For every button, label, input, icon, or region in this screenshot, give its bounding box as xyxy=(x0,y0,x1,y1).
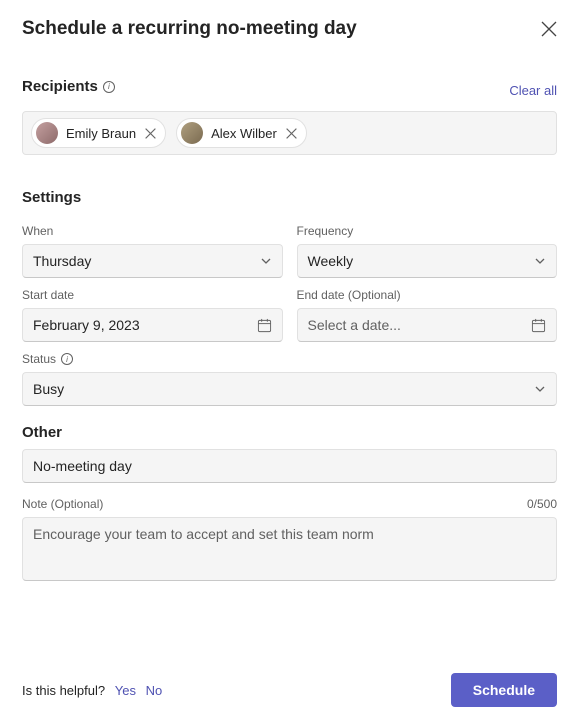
helpful-yes-link[interactable]: Yes xyxy=(115,683,136,698)
note-label: Note (Optional) xyxy=(22,497,103,511)
status-select[interactable]: Busy xyxy=(22,372,557,406)
note-counter: 0/500 xyxy=(527,497,557,511)
info-icon[interactable]: i xyxy=(61,353,73,365)
end-date-label: End date (Optional) xyxy=(297,288,558,302)
close-icon[interactable] xyxy=(541,21,557,37)
start-date-label: Start date xyxy=(22,288,283,302)
status-label: Status i xyxy=(22,352,557,366)
frequency-select[interactable]: Weekly xyxy=(297,244,558,278)
chevron-down-icon xyxy=(260,255,272,267)
recipient-chip[interactable]: Emily Braun xyxy=(31,118,166,148)
helpful-no-link[interactable]: No xyxy=(146,683,163,698)
recipients-label-text: Recipients xyxy=(22,78,98,95)
dialog-title: Schedule a recurring no-meeting day xyxy=(22,18,357,40)
chevron-down-icon xyxy=(534,383,546,395)
helpful-text: Is this helpful? xyxy=(22,683,105,698)
info-icon[interactable]: i xyxy=(103,81,115,93)
avatar xyxy=(181,122,203,144)
recipients-label: Recipients i xyxy=(22,78,115,95)
avatar xyxy=(36,122,58,144)
recipient-chip[interactable]: Alex Wilber xyxy=(176,118,307,148)
settings-label: Settings xyxy=(22,189,557,206)
when-value: Thursday xyxy=(33,253,91,269)
chevron-down-icon xyxy=(534,255,546,267)
calendar-icon xyxy=(531,318,546,333)
frequency-label: Frequency xyxy=(297,224,558,238)
end-date-picker[interactable]: Select a date... xyxy=(297,308,558,342)
recipient-name: Emily Braun xyxy=(66,126,136,141)
schedule-button[interactable]: Schedule xyxy=(451,673,557,707)
helpful-prompt: Is this helpful? Yes No xyxy=(22,683,162,698)
calendar-icon xyxy=(257,318,272,333)
title-input[interactable] xyxy=(22,449,557,483)
recipients-input[interactable]: Emily Braun Alex Wilber xyxy=(22,111,557,155)
when-select[interactable]: Thursday xyxy=(22,244,283,278)
clear-all-link[interactable]: Clear all xyxy=(509,83,557,98)
when-label: When xyxy=(22,224,283,238)
close-icon[interactable] xyxy=(144,127,157,140)
start-date-value: February 9, 2023 xyxy=(33,317,140,333)
frequency-value: Weekly xyxy=(308,253,354,269)
close-icon[interactable] xyxy=(285,127,298,140)
other-label: Other xyxy=(22,424,557,441)
status-label-text: Status xyxy=(22,352,56,366)
recipient-name: Alex Wilber xyxy=(211,126,277,141)
note-textarea[interactable] xyxy=(22,517,557,581)
status-value: Busy xyxy=(33,381,64,397)
end-date-placeholder: Select a date... xyxy=(308,317,401,333)
start-date-picker[interactable]: February 9, 2023 xyxy=(22,308,283,342)
